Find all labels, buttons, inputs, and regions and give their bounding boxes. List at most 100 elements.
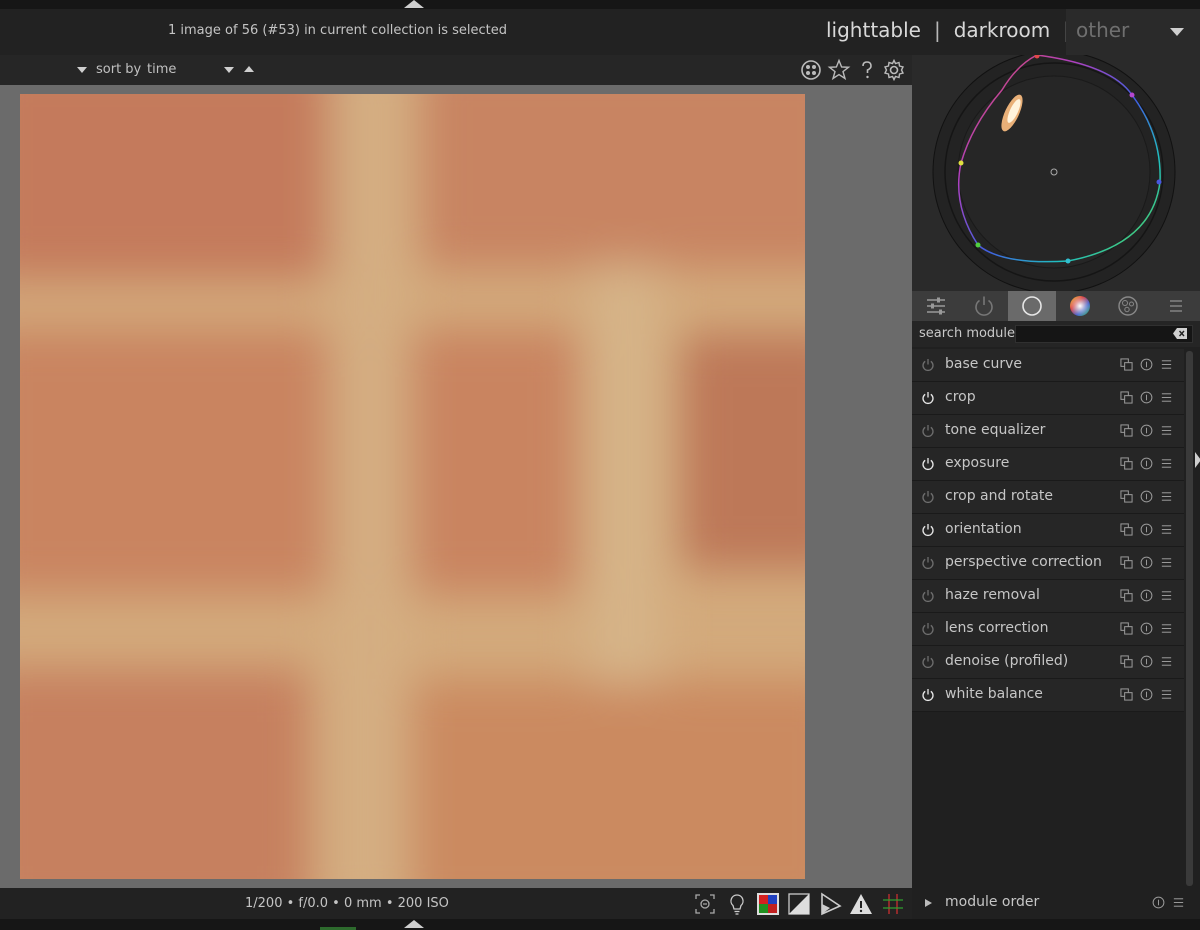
presets-icon[interactable]	[1160, 424, 1173, 437]
gear-icon[interactable]	[882, 58, 906, 82]
color-assessment-icon[interactable]	[756, 892, 780, 916]
reset-icon[interactable]	[1140, 655, 1153, 668]
multi-instance-icon[interactable]	[1120, 391, 1133, 404]
presets-icon[interactable]	[1172, 896, 1185, 909]
multi-instance-icon[interactable]	[1120, 589, 1133, 602]
multi-instance-icon[interactable]	[1120, 457, 1133, 470]
bulb-icon[interactable]	[725, 892, 749, 916]
help-icon[interactable]	[855, 58, 879, 82]
reset-icon[interactable]	[1140, 490, 1153, 503]
softproof-icon[interactable]	[787, 892, 811, 916]
view-lighttable[interactable]: lighttable	[826, 18, 921, 42]
module-list-scrollbar[interactable]	[1186, 351, 1193, 886]
reset-icon[interactable]	[1140, 589, 1153, 602]
focus-peak-icon[interactable]	[693, 892, 717, 916]
reset-icon[interactable]	[1152, 896, 1165, 909]
tab-color-modules[interactable]	[1056, 291, 1104, 321]
sort-by-label: sort by	[96, 62, 142, 77]
power-icon[interactable]	[921, 358, 935, 372]
sort-order-toggle-icon[interactable]	[244, 66, 254, 72]
reset-icon[interactable]	[1140, 391, 1153, 404]
gamut-icon[interactable]	[818, 892, 842, 916]
presets-icon[interactable]	[1160, 688, 1173, 701]
multi-instance-icon[interactable]	[1120, 490, 1133, 503]
sort-dropdown-caret-icon[interactable]	[77, 67, 87, 73]
module-row[interactable]: orientation	[912, 514, 1184, 547]
power-icon[interactable]	[921, 688, 935, 702]
clear-search-icon[interactable]	[1173, 328, 1187, 339]
overexposed-warning-icon[interactable]	[849, 892, 873, 916]
power-icon[interactable]	[921, 523, 935, 537]
module-row[interactable]: white balance	[912, 679, 1184, 712]
power-icon[interactable]	[921, 556, 935, 570]
module-row[interactable]: exposure	[912, 448, 1184, 481]
module-row[interactable]: haze removal	[912, 580, 1184, 613]
power-icon[interactable]	[921, 589, 935, 603]
selection-status-text: 1 image of 56 (#53) in current collectio…	[168, 23, 507, 38]
presets-icon[interactable]	[1160, 358, 1173, 371]
module-row[interactable]: crop and rotate	[912, 481, 1184, 514]
module-name: perspective correction	[945, 554, 1102, 570]
bottom-panel-toggle-arrow[interactable]	[404, 920, 424, 928]
module-order-row[interactable]: module order	[912, 888, 1200, 918]
view-other-dropdown[interactable]: other	[1066, 9, 1200, 55]
search-module-input[interactable]	[1015, 325, 1193, 343]
tab-quick-access[interactable]	[912, 291, 960, 321]
power-icon[interactable]	[921, 424, 935, 438]
module-row[interactable]: lens correction	[912, 613, 1184, 646]
module-list: base curve crop tone equalizer exposure crop…	[912, 349, 1184, 712]
reset-icon[interactable]	[1140, 457, 1153, 470]
view-darkroom[interactable]: darkroom	[954, 18, 1051, 42]
presets-icon[interactable]	[1160, 622, 1173, 635]
presets-icon[interactable]	[1160, 391, 1173, 404]
right-panel-toggle-arrow[interactable]	[1195, 452, 1200, 468]
module-row[interactable]: denoise (profiled)	[912, 646, 1184, 679]
power-icon	[975, 296, 993, 316]
top-panel-toggle-arrow[interactable]	[404, 0, 424, 8]
reset-icon[interactable]	[1140, 556, 1153, 569]
presets-icon[interactable]	[1160, 523, 1173, 536]
presets-icon[interactable]	[1160, 490, 1173, 503]
multi-instance-icon[interactable]	[1120, 556, 1133, 569]
tab-active-modules[interactable]	[960, 291, 1008, 321]
reset-icon[interactable]	[1140, 358, 1153, 371]
multi-instance-icon[interactable]	[1120, 622, 1133, 635]
module-row[interactable]: crop	[912, 382, 1184, 415]
sort-value-select[interactable]: time	[147, 62, 176, 77]
multi-instance-icon[interactable]	[1120, 523, 1133, 536]
power-icon[interactable]	[921, 655, 935, 669]
power-icon[interactable]	[921, 622, 935, 636]
multi-instance-icon[interactable]	[1120, 655, 1133, 668]
vectorscope[interactable]	[912, 50, 1200, 294]
reset-icon[interactable]	[1140, 688, 1153, 701]
color-icon	[1070, 296, 1090, 316]
tab-base-modules[interactable]	[1008, 291, 1056, 321]
tab-presets-menu[interactable]	[1152, 291, 1200, 321]
bottom-panel-border	[0, 919, 1200, 930]
center-image-area[interactable]	[0, 85, 912, 888]
sort-value-caret-icon[interactable]	[224, 67, 234, 73]
reset-icon[interactable]	[1140, 622, 1153, 635]
multi-instance-icon[interactable]	[1120, 358, 1133, 371]
presets-icon[interactable]	[1160, 457, 1173, 470]
power-icon[interactable]	[921, 490, 935, 504]
grouping-icon[interactable]	[799, 58, 823, 82]
power-icon[interactable]	[921, 391, 935, 405]
photo-preview[interactable]	[20, 94, 805, 879]
star-icon[interactable]	[827, 58, 851, 82]
reset-icon[interactable]	[1140, 424, 1153, 437]
multi-instance-icon[interactable]	[1120, 688, 1133, 701]
module-row[interactable]: perspective correction	[912, 547, 1184, 580]
power-icon[interactable]	[921, 457, 935, 471]
module-row[interactable]: base curve	[912, 349, 1184, 382]
tab-effect-modules[interactable]	[1104, 291, 1152, 321]
multi-instance-icon[interactable]	[1120, 424, 1133, 437]
presets-icon[interactable]	[1160, 655, 1173, 668]
presets-icon[interactable]	[1160, 556, 1173, 569]
presets-icon[interactable]	[1160, 589, 1173, 602]
reset-icon[interactable]	[1140, 523, 1153, 536]
module-order-label: module order	[945, 894, 1040, 910]
guides-icon[interactable]	[881, 892, 905, 916]
module-name: crop and rotate	[945, 488, 1054, 504]
module-row[interactable]: tone equalizer	[912, 415, 1184, 448]
